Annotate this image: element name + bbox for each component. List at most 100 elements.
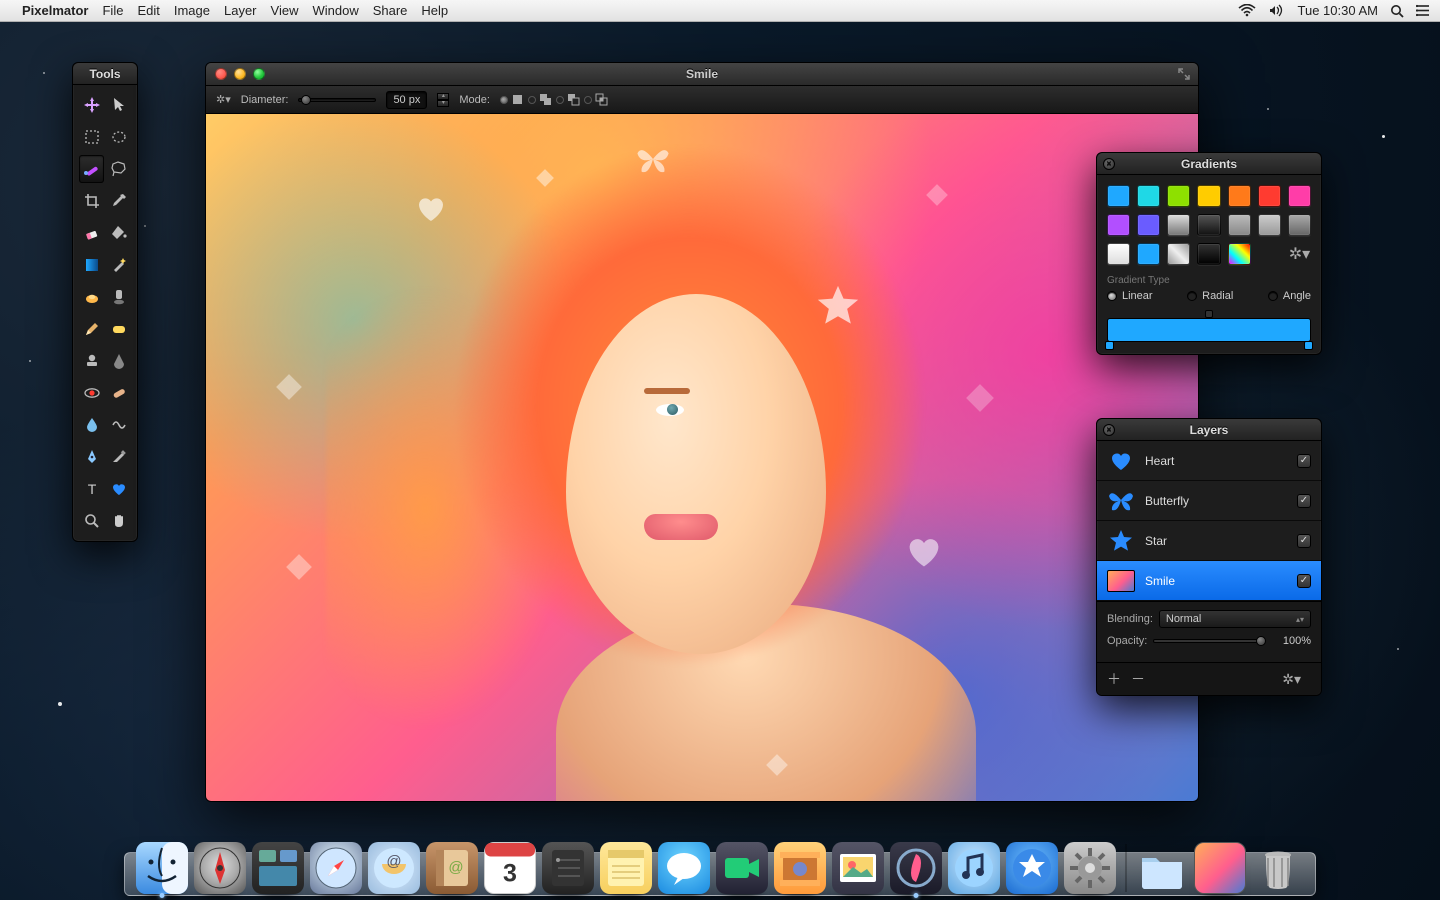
dock-facetime[interactable] bbox=[716, 842, 768, 894]
gradient-swatch[interactable] bbox=[1107, 185, 1130, 207]
gradient-swatch[interactable] bbox=[1258, 185, 1281, 207]
dock-photo-booth[interactable] bbox=[774, 842, 826, 894]
gradient-type-linear[interactable]: Linear bbox=[1107, 290, 1153, 302]
dock-calendar[interactable]: 3 bbox=[484, 842, 536, 894]
dock-minimized-window[interactable] bbox=[1194, 842, 1246, 894]
gradient-swatch[interactable] bbox=[1167, 214, 1190, 236]
dock-mission-control[interactable] bbox=[252, 842, 304, 894]
wifi-icon[interactable] bbox=[1238, 4, 1256, 17]
gradient-swatch[interactable] bbox=[1197, 243, 1220, 265]
gradients-close-button[interactable]: × bbox=[1103, 158, 1115, 170]
dock-reminders[interactable] bbox=[542, 842, 594, 894]
fullscreen-icon[interactable] bbox=[1178, 68, 1190, 83]
layer-row[interactable]: Star✓ bbox=[1097, 521, 1321, 561]
layer-visibility-checkbox[interactable]: ✓ bbox=[1297, 494, 1311, 508]
crop-tool[interactable] bbox=[79, 187, 104, 215]
notification-center-icon[interactable] bbox=[1416, 4, 1430, 17]
eyedropper-tool[interactable] bbox=[106, 187, 131, 215]
sharpen-tool[interactable] bbox=[106, 347, 131, 375]
gradient-swatch[interactable] bbox=[1137, 185, 1160, 207]
gradient-swatch[interactable] bbox=[1288, 185, 1311, 207]
clone-tool[interactable] bbox=[106, 283, 131, 311]
pen-tool[interactable] bbox=[79, 443, 104, 471]
gradient-swatch[interactable] bbox=[1228, 243, 1251, 265]
blur-tool[interactable] bbox=[79, 411, 104, 439]
dock-finder[interactable] bbox=[136, 842, 188, 894]
gradient-type-radial[interactable]: Radial bbox=[1187, 290, 1233, 302]
dock-pixelmator[interactable] bbox=[890, 842, 942, 894]
add-layer-button[interactable]: ＋ bbox=[1107, 669, 1121, 689]
window-zoom-button[interactable] bbox=[253, 68, 265, 80]
menu-view[interactable]: View bbox=[271, 3, 299, 18]
diameter-stepper[interactable]: ▴▾ bbox=[437, 93, 449, 107]
gradient-swatch[interactable] bbox=[1107, 214, 1130, 236]
mode-intersect[interactable] bbox=[584, 93, 608, 106]
gradient-midpoint-handle[interactable] bbox=[1205, 310, 1213, 318]
brush-tool[interactable] bbox=[79, 155, 104, 183]
dock-launchpad[interactable] bbox=[194, 842, 246, 894]
toolbar-gear-icon[interactable]: ✲▾ bbox=[216, 93, 231, 106]
spotlight-icon[interactable] bbox=[1390, 4, 1404, 18]
document-titlebar[interactable]: Smile bbox=[206, 63, 1198, 86]
select-tool[interactable] bbox=[106, 91, 131, 119]
magic-wand-tool[interactable] bbox=[106, 251, 131, 279]
app-menu[interactable]: Pixelmator bbox=[22, 3, 88, 18]
window-close-button[interactable] bbox=[215, 68, 227, 80]
menu-file[interactable]: File bbox=[102, 3, 123, 18]
hand-tool[interactable] bbox=[106, 507, 131, 535]
menu-layer[interactable]: Layer bbox=[224, 3, 257, 18]
gradient-swatch[interactable] bbox=[1197, 185, 1220, 207]
dock-app-store[interactable] bbox=[1006, 842, 1058, 894]
gradient-swatch[interactable] bbox=[1137, 243, 1160, 265]
mode-add[interactable] bbox=[528, 93, 552, 106]
red-eye-tool[interactable] bbox=[79, 379, 104, 407]
stamp-tool[interactable] bbox=[79, 347, 104, 375]
move-tool[interactable] bbox=[79, 91, 104, 119]
layer-row[interactable]: Butterfly✓ bbox=[1097, 481, 1321, 521]
lasso-tool[interactable] bbox=[106, 155, 131, 183]
dock-iphoto[interactable] bbox=[832, 842, 884, 894]
eraser-tool[interactable] bbox=[79, 219, 104, 247]
gradient-preview-bar[interactable] bbox=[1107, 318, 1311, 342]
mode-subtract[interactable] bbox=[556, 93, 580, 106]
smudge-tool[interactable] bbox=[79, 283, 104, 311]
text-tool[interactable]: T bbox=[79, 475, 104, 503]
dock-documents-folder[interactable] bbox=[1136, 842, 1188, 894]
dock-preferences[interactable] bbox=[1064, 842, 1116, 894]
layers-gear-icon[interactable]: ✲▾ bbox=[1282, 671, 1301, 688]
sponge-tool[interactable] bbox=[106, 315, 131, 343]
diameter-slider[interactable] bbox=[298, 98, 376, 102]
warp-tool[interactable] bbox=[106, 411, 131, 439]
dock-mail[interactable]: @ bbox=[368, 842, 420, 894]
gradient-type-angle[interactable]: Angle bbox=[1268, 290, 1311, 302]
diameter-field[interactable]: 50 px bbox=[386, 91, 427, 109]
remove-layer-button[interactable]: － bbox=[1131, 669, 1145, 689]
marquee-tool[interactable] bbox=[79, 123, 104, 151]
menu-image[interactable]: Image bbox=[174, 3, 210, 18]
gradient-presets-gear-icon[interactable]: ✲▾ bbox=[1288, 243, 1311, 265]
gradient-swatch[interactable] bbox=[1137, 214, 1160, 236]
slice-tool[interactable] bbox=[106, 443, 131, 471]
layers-close-button[interactable]: × bbox=[1103, 424, 1115, 436]
dock-notes[interactable] bbox=[600, 842, 652, 894]
gradient-tool[interactable] bbox=[79, 251, 104, 279]
pencil-tool[interactable] bbox=[79, 315, 104, 343]
layer-visibility-checkbox[interactable]: ✓ bbox=[1297, 534, 1311, 548]
layer-visibility-checkbox[interactable]: ✓ bbox=[1297, 454, 1311, 468]
dock-trash[interactable] bbox=[1252, 842, 1304, 894]
paint-bucket-tool[interactable] bbox=[106, 219, 131, 247]
volume-icon[interactable] bbox=[1268, 4, 1286, 17]
canvas[interactable] bbox=[206, 114, 1198, 801]
ellipse-marquee-tool[interactable] bbox=[106, 123, 131, 151]
opacity-slider[interactable] bbox=[1153, 639, 1263, 643]
shape-tool[interactable] bbox=[106, 475, 131, 503]
dock-contacts[interactable]: @ bbox=[426, 842, 478, 894]
menubar-clock[interactable]: Tue 10:30 AM bbox=[1298, 3, 1378, 18]
gradient-swatch[interactable] bbox=[1197, 214, 1220, 236]
gradient-swatch[interactable] bbox=[1167, 185, 1190, 207]
gradient-swatch[interactable] bbox=[1228, 214, 1251, 236]
window-minimize-button[interactable] bbox=[234, 68, 246, 80]
menu-edit[interactable]: Edit bbox=[137, 3, 159, 18]
dock-itunes[interactable] bbox=[948, 842, 1000, 894]
gradient-stop-left[interactable] bbox=[1105, 341, 1114, 350]
